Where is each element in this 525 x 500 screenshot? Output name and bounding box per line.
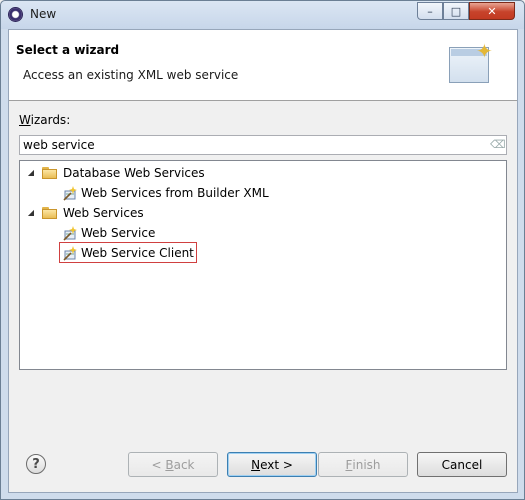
cancel-button[interactable]: Cancel (417, 452, 507, 477)
web-service-wizard-icon (63, 225, 77, 241)
close-button[interactable]: ✕ (469, 2, 515, 20)
page-title: Select a wizard (16, 43, 120, 57)
wizard-filter-input[interactable] (23, 137, 483, 153)
web-service-wizard-icon (63, 245, 77, 261)
tree-item-label: Web Service (81, 225, 156, 240)
maximize-button[interactable]: □ (443, 2, 469, 20)
wizard-tree[interactable]: ◢ Database Web Services Web Services fro… (19, 160, 507, 370)
tree-node-label: Web Services (63, 205, 144, 220)
tree-item-label: Web Services from Builder XML (81, 185, 269, 200)
title-bar[interactable]: New – □ ✕ (1, 1, 524, 29)
tree-item-web-service-client[interactable]: Web Service Client (59, 242, 197, 263)
sparkle-icon: ✦ (476, 39, 493, 63)
dialog-body: Select a wizard Access an existing XML w… (8, 29, 518, 493)
wizard-banner-icon: ✦ (449, 39, 493, 87)
clear-filter-icon[interactable]: ⌫ (490, 139, 506, 151)
minimize-button[interactable]: – (417, 2, 443, 20)
wizard-filter-field[interactable]: ⌫ (19, 135, 507, 155)
tree-item-web-services-from-builder-xml[interactable]: Web Services from Builder XML (62, 183, 269, 202)
collapse-arrow-icon[interactable]: ◢ (26, 168, 36, 177)
collapse-arrow-icon[interactable]: ◢ (26, 208, 36, 217)
help-icon[interactable]: ? (26, 454, 46, 474)
wizard-header: Select a wizard Access an existing XML w… (9, 30, 517, 101)
folder-icon (42, 206, 58, 219)
page-description: Access an existing XML web service (23, 68, 239, 82)
eclipse-icon (8, 7, 23, 22)
web-service-wizard-icon (63, 185, 77, 201)
finish-button[interactable]: Finish (318, 452, 408, 477)
next-button[interactable]: Next > (227, 452, 317, 477)
tree-node-database-web-services[interactable]: ◢ Database Web Services (26, 163, 205, 182)
tree-node-label: Database Web Services (63, 165, 205, 180)
back-button[interactable]: < Back (128, 452, 218, 477)
tree-item-web-service[interactable]: Web Service (62, 223, 155, 242)
tree-item-label: Web Service Client (81, 245, 194, 260)
new-wizard-dialog: New – □ ✕ Select a wizard Access an exis… (0, 0, 525, 500)
window-title: New (30, 7, 57, 21)
tree-node-web-services[interactable]: ◢ Web Services (26, 203, 144, 222)
wizards-label: Wizards: (19, 113, 71, 127)
folder-icon (42, 166, 58, 179)
